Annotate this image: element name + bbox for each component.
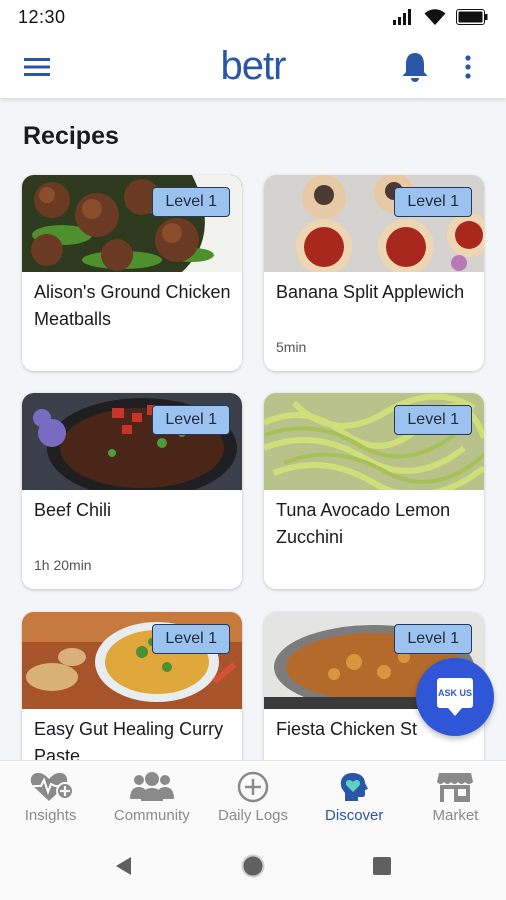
recipe-title: Tuna Avocado Lemon Zucchini	[276, 500, 451, 547]
ask-us-icon: ASK US	[437, 678, 473, 716]
bell-icon	[402, 53, 428, 82]
hamburger-icon	[24, 58, 50, 76]
level-badge: Level 1	[394, 187, 472, 217]
nav-item-daily-logs[interactable]: Daily Logs	[202, 761, 303, 832]
status-time: 12:30	[18, 6, 66, 27]
nav-label: Insights	[24, 807, 77, 824]
recipe-card[interactable]: Level 1 Tuna Avocado Lemon Zucchini	[264, 393, 484, 589]
ask-us-button[interactable]: ASK US	[416, 658, 494, 736]
recipe-time: 1h 20min	[34, 557, 92, 573]
nav-item-discover[interactable]: Discover	[304, 761, 405, 832]
level-badge: Level 1	[152, 405, 230, 435]
status-bar: 12:30	[0, 0, 506, 34]
nav-item-insights[interactable]: Insights	[0, 761, 101, 832]
recipe-title: Easy Gut Healing Curry Paste	[34, 719, 224, 760]
battery-icon	[456, 9, 488, 25]
notifications-button[interactable]	[398, 49, 432, 85]
recipe-card[interactable]: Level 1 Easy Gut Healing Curry Paste	[22, 612, 242, 760]
menu-button[interactable]	[22, 52, 52, 82]
recipe-card[interactable]: Level 1 Alison's Ground Chicken Meatball…	[22, 175, 242, 371]
back-icon[interactable]	[113, 855, 135, 877]
wifi-icon	[424, 8, 446, 25]
recipe-title: Beef Chili	[34, 500, 112, 520]
level-badge: Level 1	[394, 624, 472, 654]
ask-us-label: ASK US	[438, 688, 472, 698]
recipe-card[interactable]: Level 1 Beef Chili 1h 20min	[22, 393, 242, 589]
level-badge: Level 1	[152, 187, 230, 217]
recipe-time: 5min	[276, 339, 307, 355]
app-logo: betr	[220, 44, 287, 88]
nav-label: Discover	[325, 807, 384, 824]
home-icon[interactable]	[240, 853, 266, 879]
page-title: Recipes	[23, 122, 119, 150]
plus-circle-icon	[237, 771, 269, 803]
recents-icon[interactable]	[371, 855, 393, 877]
nav-item-market[interactable]: Market	[405, 761, 506, 832]
level-badge: Level 1	[394, 405, 472, 435]
people-icon	[129, 772, 174, 801]
more-vertical-icon	[465, 55, 471, 79]
recipes-content[interactable]: Recipes Level 1 Alison's Ground Chicken …	[0, 98, 506, 760]
status-icons	[392, 8, 488, 26]
heart-pulse-icon	[30, 772, 73, 801]
level-badge: Level 1	[152, 624, 230, 654]
signal-icon	[393, 9, 411, 25]
recipe-card[interactable]: Level 1 Banana Split Applewich 5min	[264, 175, 484, 371]
more-options-button[interactable]	[458, 52, 478, 82]
nav-label: Market	[432, 807, 479, 824]
nav-item-community[interactable]: Community	[101, 761, 202, 832]
nav-label: Daily Logs	[217, 807, 289, 824]
recipe-title: Banana Split Applewich	[276, 282, 465, 302]
nav-label: Community	[113, 807, 190, 824]
bottom-nav: Insights Community Daily Logs Discover M…	[0, 760, 506, 832]
recipe-title: Alison's Ground Chicken Meatballs	[34, 282, 231, 329]
store-icon	[437, 773, 474, 802]
system-nav-bar	[0, 832, 506, 900]
app-bar: betr	[0, 34, 506, 98]
head-heart-icon	[341, 773, 369, 801]
